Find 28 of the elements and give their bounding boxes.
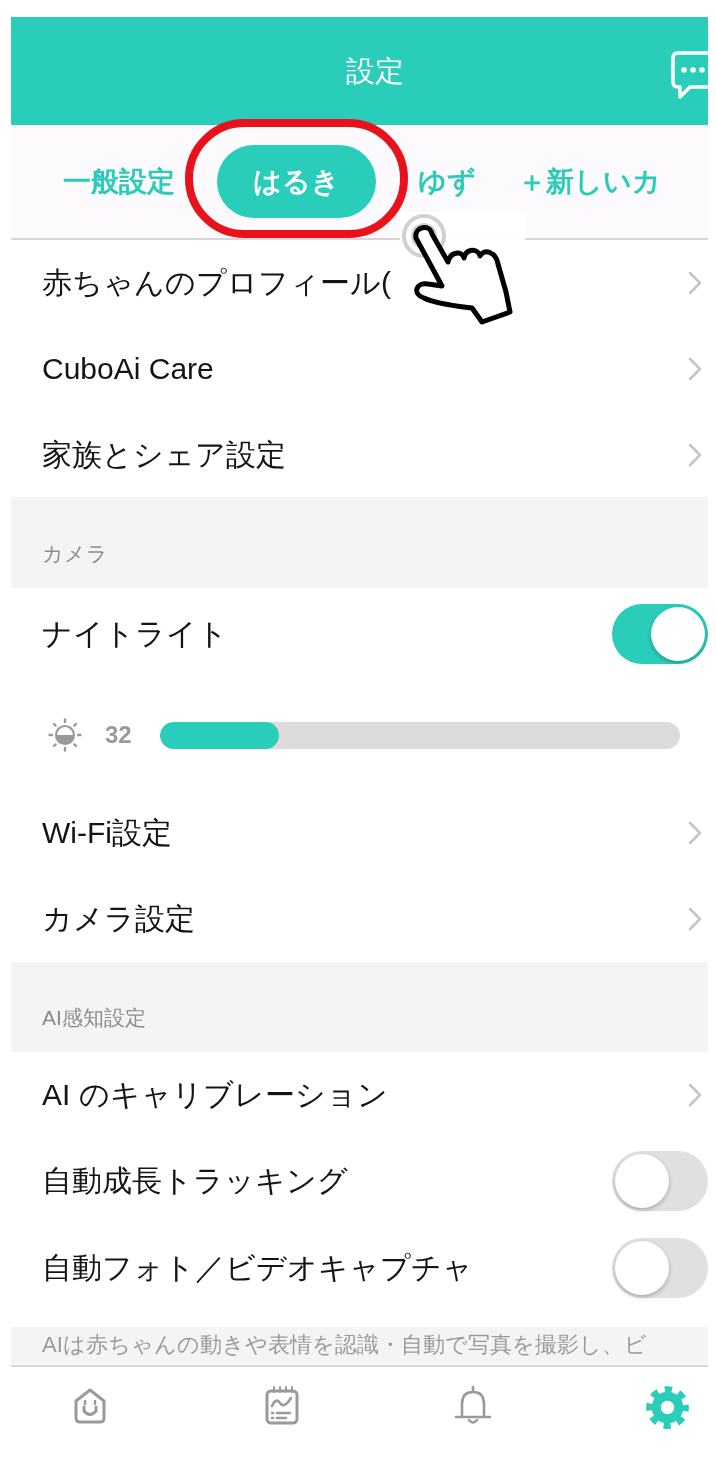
chevron-right-icon xyxy=(688,820,702,845)
settings-item[interactable]: カメラ設定 xyxy=(11,875,708,962)
brightness-icon xyxy=(48,718,82,752)
toggle-switch[interactable] xyxy=(612,1150,708,1211)
section-title: カメラ xyxy=(42,540,108,566)
settings-item[interactable]: Wi-Fi設定 xyxy=(11,790,708,875)
toggle-switch[interactable] xyxy=(612,1237,708,1298)
setting-label: 自動フォト／ビデオキャプチャ xyxy=(42,1249,473,1286)
chevron-right-icon xyxy=(688,270,702,295)
chevron-right-icon xyxy=(688,356,702,381)
section-title: AI感知設定 xyxy=(42,1004,146,1030)
bell-icon[interactable] xyxy=(453,1385,494,1425)
chevron-right-icon xyxy=(688,906,702,931)
settings-item[interactable]: 家族とシェア設定 xyxy=(11,412,708,497)
settings-item[interactable]: 赤ちゃんのプロフィール( xyxy=(11,240,708,325)
chevron-right-icon xyxy=(688,442,702,467)
settings-item[interactable]: AI のキャリブレーション xyxy=(11,1052,708,1137)
note-text: AIは赤ちゃんの動きや表情を認識・自動で写真を撮影し、ビ xyxy=(42,1334,647,1356)
setting-label: 自動成長トラッキング xyxy=(42,1162,348,1199)
screen-title: 設定 xyxy=(344,53,404,89)
toggle-switch[interactable] xyxy=(612,604,708,664)
chevron-right-icon xyxy=(688,1082,702,1107)
settings-item[interactable]: CuboAi Care xyxy=(11,325,708,412)
setting-label: ナイトライト xyxy=(42,616,228,652)
brightness-slider[interactable] xyxy=(159,721,680,749)
brightness-value: 32 xyxy=(105,720,132,750)
chat-bubble-icon[interactable] xyxy=(670,50,708,100)
settings-icon[interactable] xyxy=(644,1385,690,1430)
